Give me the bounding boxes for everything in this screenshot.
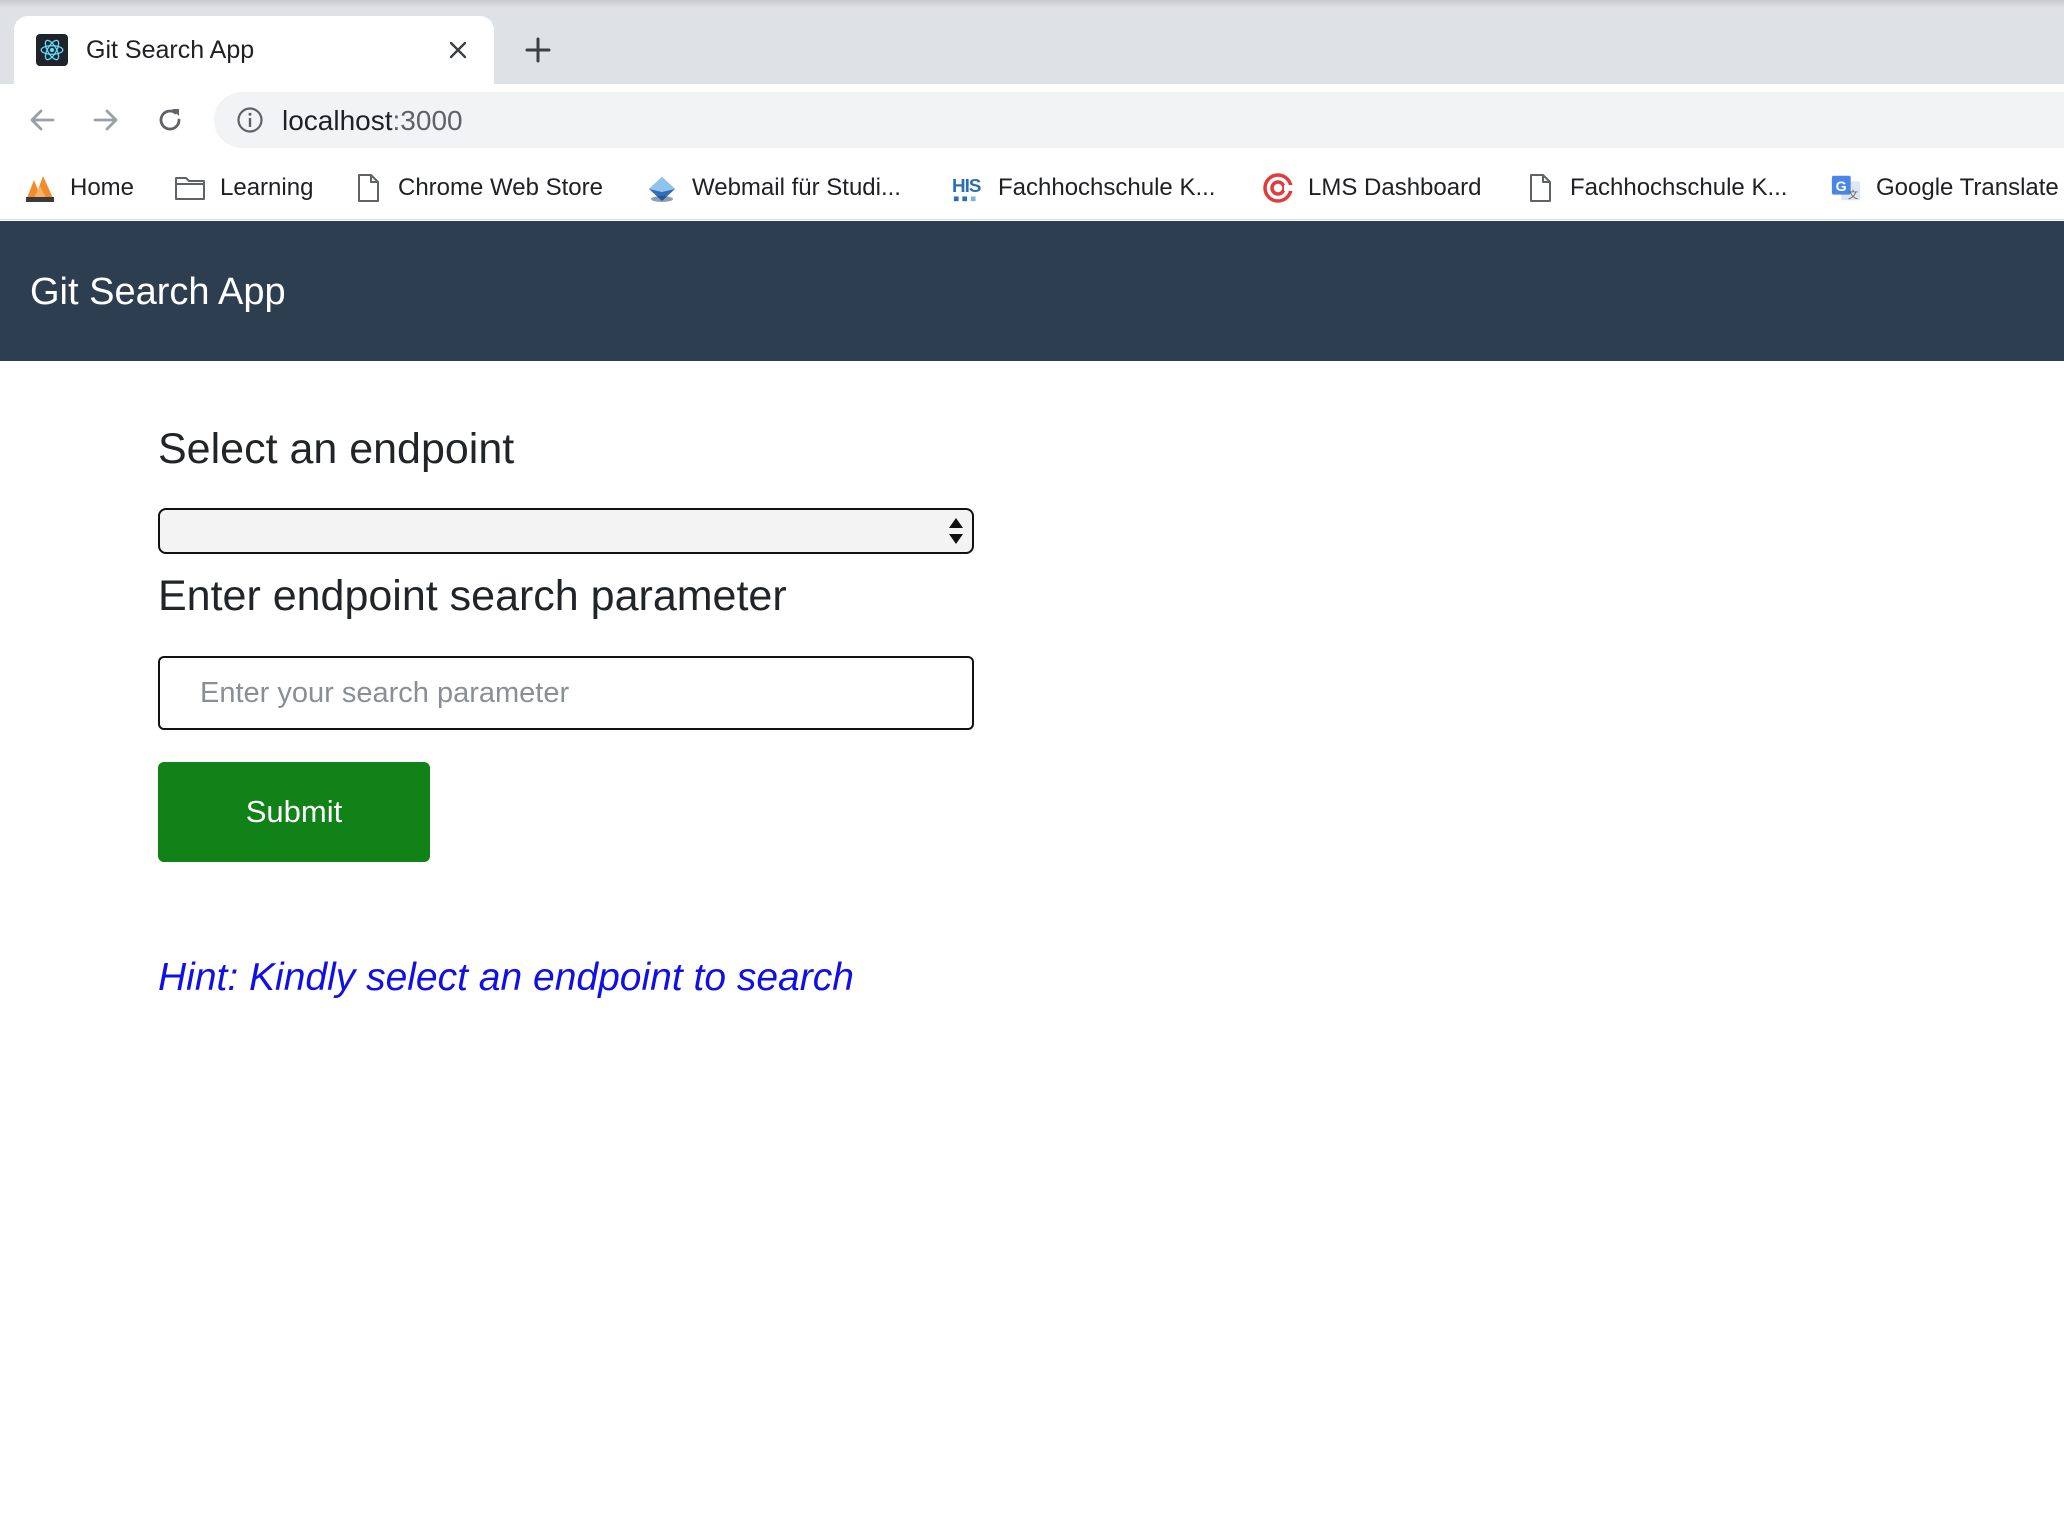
bookmark-lms-dashboard[interactable]: LMS Dashboard [1262, 166, 1481, 210]
endpoint-select[interactable] [158, 508, 974, 554]
select-endpoint-heading: Select an endpoint [158, 425, 515, 473]
bookmark-label: LMS Dashboard [1308, 174, 1482, 201]
app-title: Git Search App [30, 271, 286, 313]
address-url: localhost:3000 [282, 105, 463, 137]
bookmark-fachhochschule[interactable]: Fachhochschule K... [1524, 166, 1787, 210]
folder-icon [174, 172, 206, 204]
url-host: localhost [282, 105, 393, 136]
address-bar[interactable]: localhost:3000 [214, 92, 2064, 148]
bookmark-chrome-web-store[interactable]: Chrome Web Store [352, 166, 603, 210]
search-parameter-input[interactable] [158, 656, 974, 730]
bookmark-webmail[interactable]: Webmail für Studi... [646, 166, 901, 210]
bookmark-google-translate[interactable]: G 文 Google Translate [1830, 166, 2059, 210]
bookmark-label: Google Translate [1876, 174, 2059, 201]
browser-tab[interactable]: Git Search App [14, 16, 494, 84]
bookmark-fachhochschule-his[interactable]: HIS Fachhochschule K... [952, 166, 1215, 210]
browser-tab-strip: Git Search App [0, 0, 2064, 84]
lms-icon [1262, 172, 1294, 204]
browser-toolbar: localhost:3000 [0, 84, 2064, 156]
svg-text:G: G [1836, 178, 1847, 194]
bookmark-learning[interactable]: Learning [174, 166, 313, 210]
bookmark-label: Learning [220, 174, 314, 201]
webmail-icon [646, 172, 678, 204]
new-tab-plus-icon[interactable] [520, 32, 556, 68]
search-parameter-heading: Enter endpoint search parameter [158, 572, 787, 620]
bookmark-label: Chrome Web Store [398, 174, 603, 201]
bookmark-label: Home [70, 174, 135, 201]
svg-text:HIS: HIS [952, 175, 981, 196]
svg-text:文: 文 [1848, 188, 1858, 201]
bookmark-label: Fachhochschule K... [998, 174, 1216, 201]
forward-arrow-icon[interactable] [88, 102, 124, 138]
hint-text: Hint: Kindly select an endpoint to searc… [158, 956, 854, 999]
bookmark-label: Webmail für Studi... [692, 174, 901, 201]
reload-icon[interactable] [152, 102, 188, 138]
select-arrows-icon [949, 518, 963, 544]
submit-button[interactable]: Submit [158, 762, 430, 862]
his-icon: HIS [952, 172, 984, 204]
page-icon [1524, 172, 1556, 204]
page-icon [352, 172, 384, 204]
back-arrow-icon[interactable] [24, 102, 60, 138]
tab-title: Git Search App [86, 36, 255, 64]
google-translate-icon: G 文 [1830, 172, 1862, 204]
close-icon[interactable] [444, 36, 472, 64]
app-header: Git Search App [0, 221, 2064, 361]
pma-icon [24, 172, 56, 204]
bookmark-label: Fachhochschule K... [1570, 174, 1788, 201]
bookmark-home[interactable]: Home [24, 166, 134, 210]
url-port: :3000 [392, 105, 463, 136]
react-icon [36, 34, 68, 66]
info-icon[interactable] [236, 106, 264, 134]
bookmarks-bar: Home Learning Chrome Web Store Webmail f… [0, 156, 2064, 220]
